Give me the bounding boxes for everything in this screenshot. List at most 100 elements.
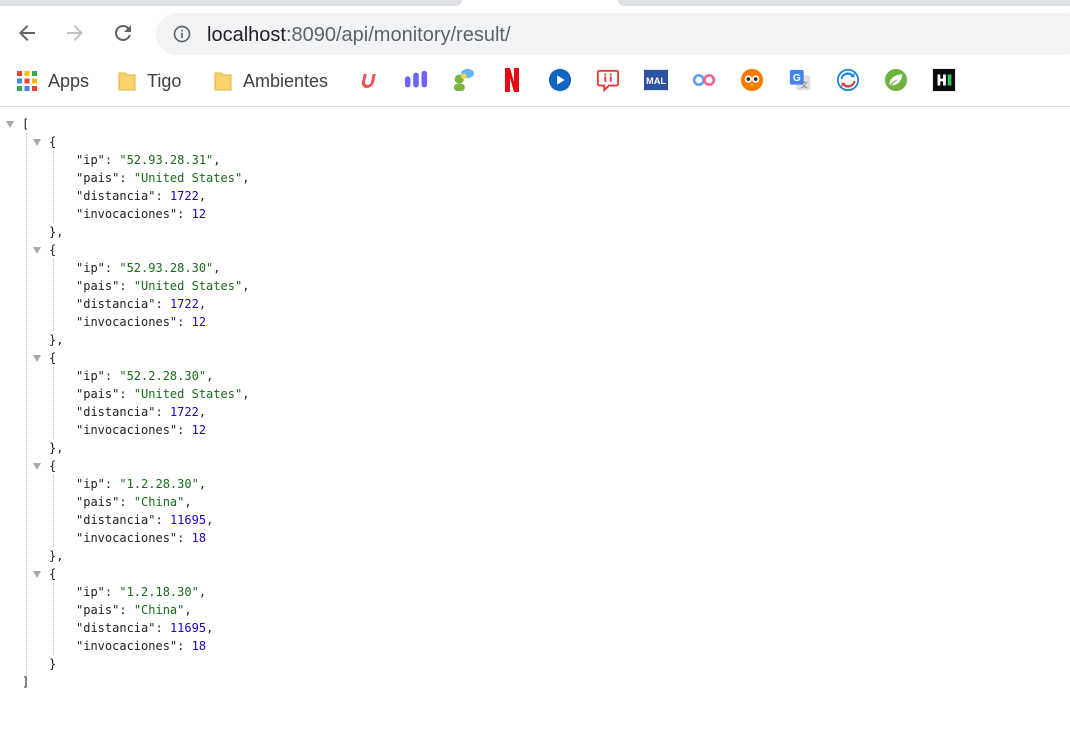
json-key: "pais" xyxy=(76,495,120,509)
collapse-toggle-icon[interactable] xyxy=(33,571,41,578)
json-property: "distancia": 11695, xyxy=(76,621,214,635)
bookmark-tigo[interactable]: Tigo xyxy=(117,68,181,94)
json-property: "distancia": 1722, xyxy=(76,189,207,203)
object-open-brace: { xyxy=(49,459,57,473)
back-button[interactable] xyxy=(14,20,40,46)
json-key: "distancia" xyxy=(76,405,156,419)
collapse-toggle-icon[interactable] xyxy=(6,121,14,128)
collapse-toggle-icon[interactable] xyxy=(33,355,41,362)
json-value-pais: "United States" xyxy=(133,279,243,293)
hackerrank-icon xyxy=(932,68,956,92)
bookmark-spring[interactable] xyxy=(884,68,908,92)
json-property: "distancia": 1722, xyxy=(76,405,207,419)
json-property: "ip": "52.93.28.31", xyxy=(76,153,221,167)
json-value-distancia: 11695 xyxy=(169,621,207,635)
folder-icon xyxy=(118,72,136,91)
indent-guide xyxy=(26,133,27,679)
speech-bubble-icon xyxy=(596,69,620,93)
bookmark-ambientes[interactable]: Ambientes xyxy=(213,68,328,94)
udemy-icon xyxy=(361,74,376,88)
bookmark-bars[interactable] xyxy=(404,68,428,92)
reload-button[interactable] xyxy=(110,20,136,46)
bookmark-translate[interactable]: G文 xyxy=(788,68,812,92)
json-property: "distancia": 11695, xyxy=(76,513,214,527)
json-value-distancia: 1722 xyxy=(169,405,199,419)
json-property: "distancia": 1722, xyxy=(76,297,207,311)
json-key: "ip" xyxy=(76,153,105,167)
url-host: localhost xyxy=(207,24,286,46)
reload-icon xyxy=(114,24,131,41)
collapse-toggle-icon[interactable] xyxy=(33,463,41,470)
play-circle-icon xyxy=(548,68,572,92)
bookmark-netflix[interactable] xyxy=(500,68,524,92)
forward-button[interactable] xyxy=(62,20,88,46)
json-property: "ip": "1.2.18.30", xyxy=(76,585,207,599)
collapse-toggle-icon[interactable] xyxy=(33,139,41,146)
object-close-brace: }, xyxy=(49,441,64,455)
tab[interactable] xyxy=(0,0,462,6)
json-key: "pais" xyxy=(76,387,120,401)
svg-text:MAL: MAL xyxy=(646,76,666,86)
arrow-left-icon xyxy=(19,25,35,41)
json-key: "invocaciones" xyxy=(76,207,178,221)
json-property: "pais": "United States", xyxy=(76,171,250,185)
indent-guide xyxy=(53,259,54,331)
bookmark-rings[interactable] xyxy=(692,68,716,92)
object-open-brace: { xyxy=(49,243,57,257)
indent-guide xyxy=(53,367,54,439)
json-value-ip: "52.93.28.30" xyxy=(119,261,214,275)
url-text[interactable]: localhost:8090/api/monitory/result/ xyxy=(207,23,511,47)
json-value-pais: "United States" xyxy=(133,171,243,185)
open-bracket: [ xyxy=(22,117,30,131)
rings-icon xyxy=(692,74,716,86)
json-key: "invocaciones" xyxy=(76,531,178,545)
object-close-brace: }, xyxy=(49,225,64,239)
object-close-brace: } xyxy=(49,657,57,671)
apps-grid-icon xyxy=(17,71,37,91)
mal-icon: MAL xyxy=(644,69,668,91)
tab-strip xyxy=(0,0,1070,10)
url-path: :8090/api/monitory/result/ xyxy=(285,24,511,46)
info-icon[interactable] xyxy=(172,24,192,44)
json-property: "pais": "China", xyxy=(76,495,192,509)
bookmark-udemy[interactable] xyxy=(357,68,381,92)
json-property: "invocaciones": 12 xyxy=(76,207,207,221)
collapse-toggle-icon[interactable] xyxy=(33,247,41,254)
bookmark-sync[interactable] xyxy=(836,68,860,92)
json-property: "pais": "United States", xyxy=(76,387,250,401)
json-key: "ip" xyxy=(76,261,105,275)
bookmark-hackerrank[interactable] xyxy=(932,68,956,92)
json-key: "pais" xyxy=(76,279,120,293)
json-value-pais: "United States" xyxy=(133,387,243,401)
owl-icon xyxy=(740,68,764,92)
address-bar[interactable]: localhost:8090/api/monitory/result/ xyxy=(156,13,1070,55)
json-key: "ip" xyxy=(76,369,105,383)
json-value-distancia: 1722 xyxy=(169,189,199,203)
json-key: "ip" xyxy=(76,477,105,491)
bookmark-bubble[interactable] xyxy=(596,68,620,93)
bookmark-mal[interactable]: MAL xyxy=(644,68,668,92)
indent-guide xyxy=(53,151,54,223)
bookmark-apps[interactable]: Apps xyxy=(16,68,89,94)
json-value-invocaciones: 18 xyxy=(191,639,207,653)
tab[interactable] xyxy=(618,0,1070,6)
bookmark-owl[interactable] xyxy=(740,68,764,92)
json-key: "pais" xyxy=(76,603,120,617)
bookmark-play[interactable] xyxy=(548,68,572,92)
browser-toolbar: localhost:8090/api/monitory/result/ xyxy=(0,10,1070,56)
object-open-brace: { xyxy=(49,567,57,581)
bars-logo-icon xyxy=(404,70,428,88)
google-translate-icon: G文 xyxy=(789,69,811,91)
json-key: "distancia" xyxy=(76,621,156,635)
json-key: "ip" xyxy=(76,585,105,599)
spring-leaf-icon xyxy=(884,68,908,92)
chat-people-icon xyxy=(453,68,475,92)
bookmark-chat[interactable] xyxy=(451,68,475,92)
sync-circle-icon xyxy=(836,68,860,92)
indent-guide xyxy=(53,583,54,655)
json-value-ip: "1.2.18.30" xyxy=(119,585,199,599)
json-viewer: [ { "ip": "52.93.28.31", "pais": "United S… xyxy=(0,112,1070,712)
close-bracket: ] xyxy=(22,675,30,689)
json-property: "invocaciones": 18 xyxy=(76,531,207,545)
arrow-right-icon xyxy=(67,25,83,41)
